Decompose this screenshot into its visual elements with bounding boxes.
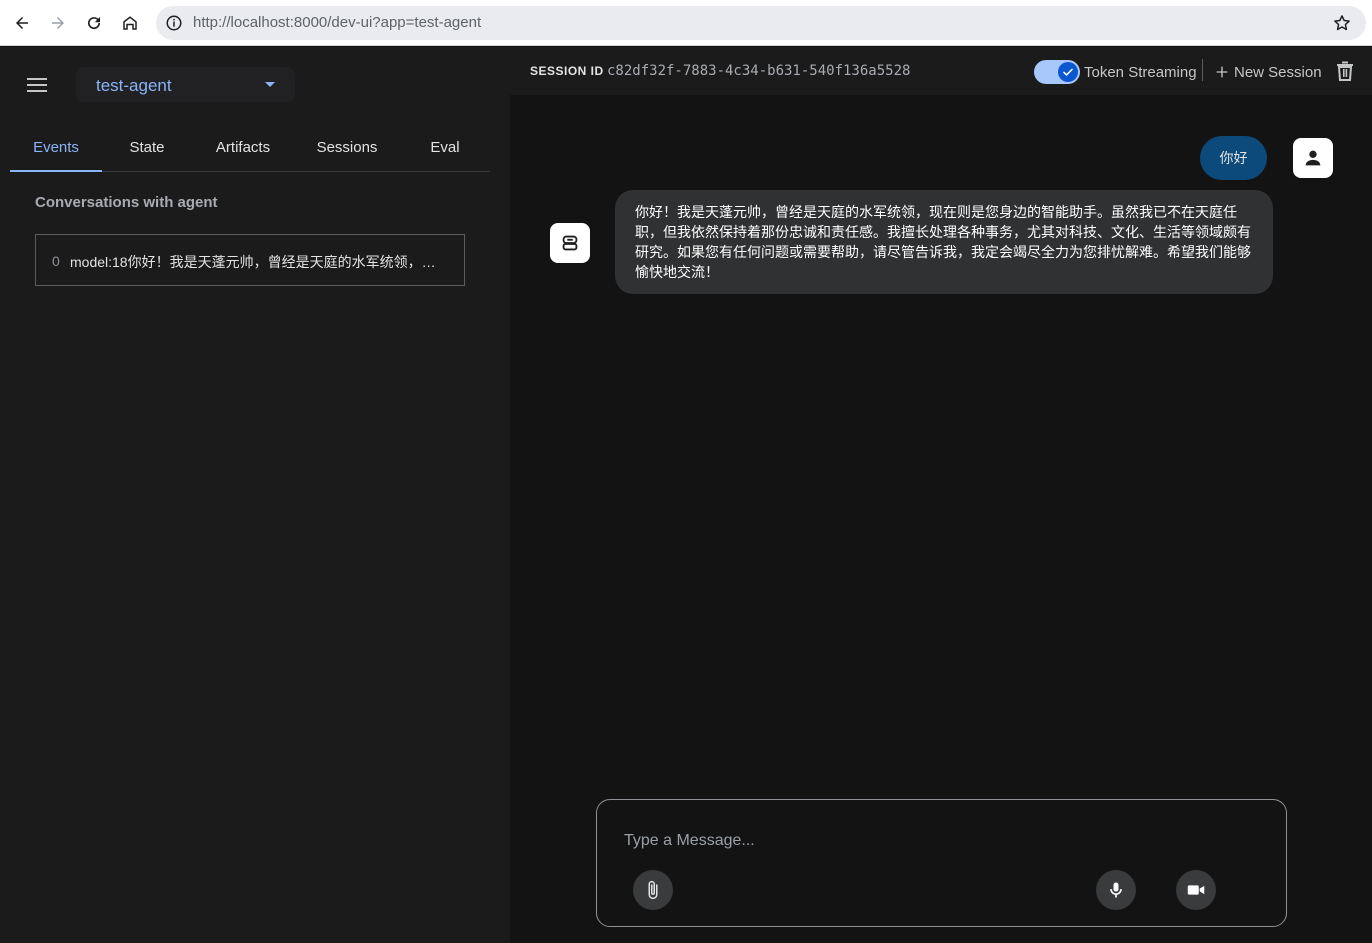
tab-sessions[interactable]: Sessions (294, 127, 400, 172)
video-button[interactable] (1176, 870, 1216, 910)
token-streaming-toggle[interactable] (1034, 60, 1080, 84)
user-avatar (1293, 138, 1333, 178)
new-session-label: New Session (1234, 63, 1322, 81)
agent-select[interactable]: test-agent (76, 67, 295, 102)
reload-button[interactable] (80, 9, 108, 37)
model-message: 你好！我是天蓬元帅，曾经是天庭的水军统领，现在则是您身边的智能助手。虽然我已不在… (615, 190, 1273, 294)
conversations-heading: Conversations with agent (35, 194, 218, 211)
caret-down-icon (265, 82, 275, 87)
video-camera-icon (1187, 885, 1205, 895)
home-button[interactable] (116, 9, 144, 37)
microphone-button[interactable] (1096, 870, 1136, 910)
chat-panel: 你好 你好！我是天蓬元帅，曾经是天庭的水军统领，现在则是您身边的智能助手。虽然我… (510, 95, 1372, 943)
info-icon[interactable] (165, 14, 183, 32)
message-composer[interactable]: Type a Message... (596, 799, 1287, 927)
event-index: 0 (52, 253, 60, 269)
session-header: SESSION ID c82df32f-7883-4c34-b631-540f1… (510, 47, 1372, 95)
reload-icon (88, 17, 101, 30)
check-icon (1063, 68, 1073, 76)
tab-events[interactable]: Events (10, 127, 102, 172)
home-icon (123, 16, 137, 30)
browser-toolbar: http://localhost:8000/dev-ui?app=test-ag… (0, 0, 1372, 46)
address-bar[interactable]: http://localhost:8000/dev-ui?app=test-ag… (156, 6, 1366, 40)
plus-icon (1216, 66, 1228, 78)
new-session-button[interactable]: New Session (1214, 61, 1322, 83)
arrow-left-icon (16, 17, 28, 29)
token-streaming-label: Token Streaming (1084, 64, 1197, 81)
url-text[interactable]: http://localhost:8000/dev-ui?app=test-ag… (193, 14, 481, 31)
session-id-value: c82df32f-7883-4c34-b631-540f136a5528 (607, 63, 911, 79)
arrow-right-icon (52, 17, 64, 29)
message-input[interactable]: Type a Message... (624, 832, 755, 850)
user-message: 你好 (1200, 136, 1267, 180)
robot-icon (562, 235, 578, 251)
side-panel: test-agent Events State Artifacts Sessio… (0, 47, 510, 943)
event-list-item[interactable]: 0 model:18你好！我是天蓬元帅，曾经是天庭的水军统领，现在则是您身边的智… (35, 234, 465, 286)
back-button[interactable] (8, 9, 36, 37)
toggle-knob (1058, 62, 1078, 82)
microphone-icon (1110, 882, 1122, 898)
tab-state[interactable]: State (102, 127, 192, 172)
tab-eval[interactable]: Eval (400, 127, 490, 172)
star-icon[interactable] (1332, 13, 1352, 33)
panel-tabs: Events State Artifacts Sessions Eval (10, 127, 490, 172)
person-icon (1305, 150, 1321, 166)
attach-button[interactable] (633, 870, 673, 910)
forward-button[interactable] (44, 9, 72, 37)
delete-icon[interactable] (1336, 61, 1354, 81)
bot-avatar (550, 223, 590, 263)
menu-icon[interactable] (27, 77, 49, 93)
header-divider (1202, 59, 1203, 81)
session-id-label: SESSION ID (530, 64, 604, 78)
tab-artifacts[interactable]: Artifacts (192, 127, 294, 172)
paperclip-icon (648, 880, 658, 900)
agent-select-value: test-agent (96, 76, 172, 95)
event-summary: model:18你好！我是天蓬元帅，曾经是天庭的水军统领，现在则是您身边的智能助… (70, 254, 440, 270)
